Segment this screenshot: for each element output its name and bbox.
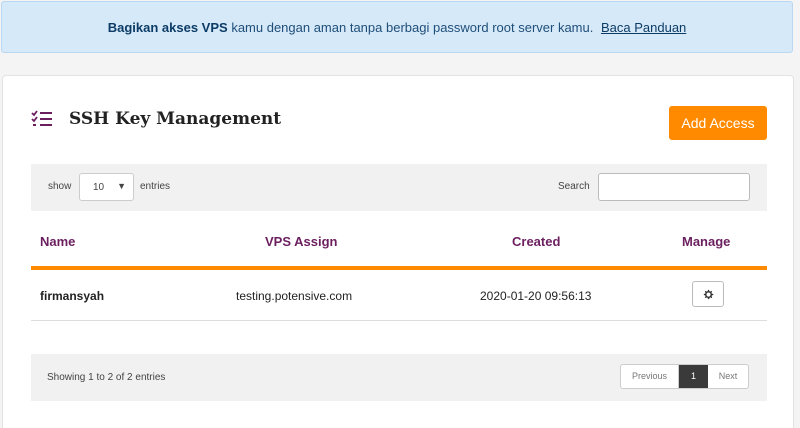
next-page-button[interactable]: Next bbox=[708, 365, 748, 388]
alert-text: kamu dengan aman tanpa berbagi password … bbox=[231, 19, 594, 35]
checklist-icon bbox=[31, 110, 52, 126]
page-title: SSH Key Management bbox=[69, 109, 282, 129]
table-toolbar: show 10 ▼ entries Search bbox=[31, 164, 767, 211]
table-row: firmansyah testing.potensive.com 2020-01… bbox=[31, 270, 767, 321]
table-header: Name VPS Assign Created Manage bbox=[31, 230, 767, 268]
column-header-created[interactable]: Created bbox=[512, 234, 560, 249]
previous-page-button[interactable]: Previous bbox=[621, 365, 679, 388]
page-1-button[interactable]: 1 bbox=[679, 365, 708, 388]
gear-icon bbox=[703, 289, 713, 299]
entries-value: 10 bbox=[93, 182, 105, 193]
row-vps: testing.potensive.com bbox=[236, 289, 353, 303]
guide-link[interactable]: Baca Panduan bbox=[601, 20, 686, 35]
column-header-vps-assign[interactable]: VPS Assign bbox=[265, 234, 337, 249]
entries-info: Showing 1 to 2 of 2 entries bbox=[47, 372, 166, 383]
column-header-name[interactable]: Name bbox=[40, 234, 75, 249]
row-name: firmansyah bbox=[40, 289, 105, 303]
entries-select[interactable]: 10 ▼ bbox=[79, 173, 134, 201]
search-input[interactable] bbox=[598, 173, 750, 201]
table-footer: Showing 1 to 2 of 2 entries Previous 1 N… bbox=[31, 354, 767, 401]
card-header: SSH Key Management Add Access bbox=[31, 106, 767, 140]
entries-label: entries bbox=[140, 181, 171, 192]
search-label: Search bbox=[558, 181, 590, 192]
manage-button[interactable] bbox=[692, 281, 724, 307]
info-alert: Bagikan akses VPS kamu dengan aman tanpa… bbox=[1, 1, 793, 53]
pagination: Previous 1 Next bbox=[620, 364, 749, 389]
show-label: show bbox=[48, 181, 72, 192]
add-access-button[interactable]: Add Access bbox=[669, 106, 767, 140]
column-header-manage: Manage bbox=[682, 234, 731, 249]
row-created: 2020-01-20 09:56:13 bbox=[480, 289, 592, 303]
alert-bold-text: Bagikan akses VPS bbox=[107, 19, 228, 35]
ssh-key-card: SSH Key Management Add Access show 10 ▼ … bbox=[2, 75, 794, 428]
caret-down-icon: ▼ bbox=[117, 181, 126, 191]
